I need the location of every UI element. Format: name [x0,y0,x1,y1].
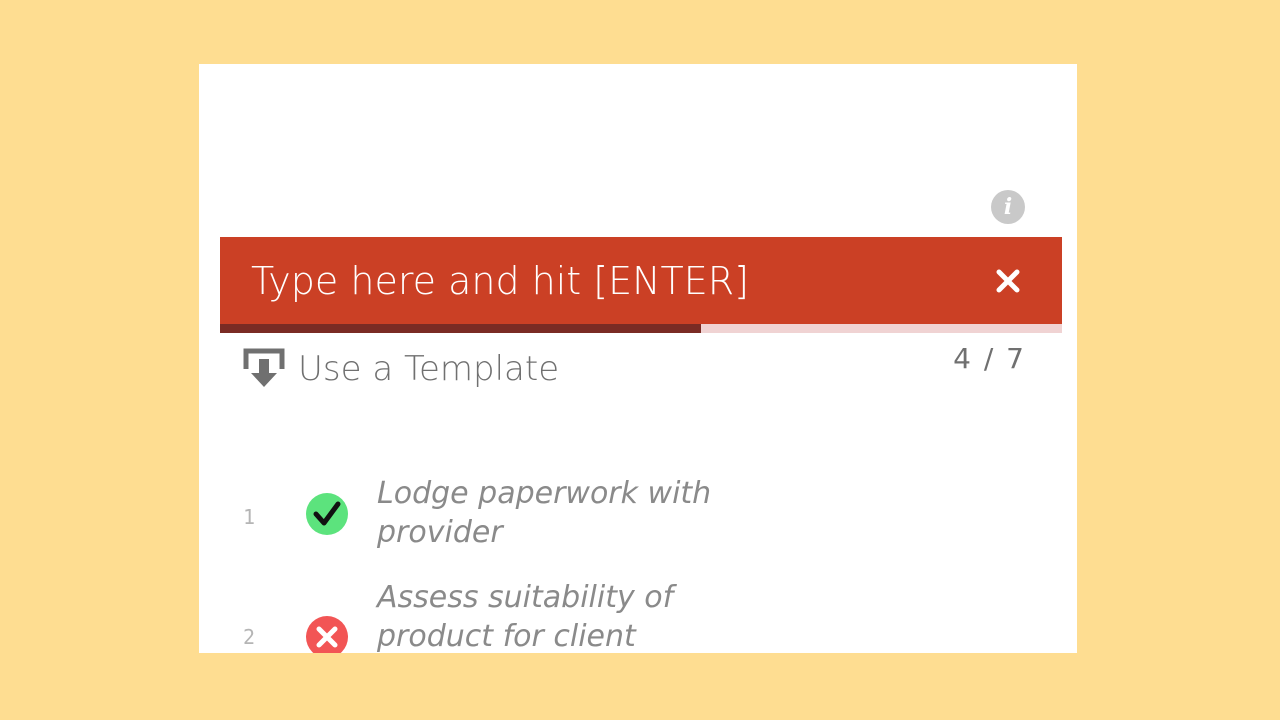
progress-counter: 4 / 7 [953,342,1026,375]
info-icon: i [1003,194,1013,220]
x-circle-icon[interactable] [305,615,349,653]
info-button[interactable]: i [991,190,1025,224]
task-input-bar [220,237,1062,324]
task-input[interactable] [220,237,960,324]
use-template-button[interactable]: Use a Template [242,347,559,391]
task-number: 2 [243,625,256,649]
download-template-icon [243,348,285,387]
progress-bar [220,324,1062,333]
use-template-label: Use a Template [298,349,560,389]
task-number: 1 [243,505,256,529]
todo-card: i Use a Template 4 / 7 1 Lodge paperwork… [199,64,1077,653]
task-text[interactable]: Lodge paperwork with provider [377,474,797,552]
close-icon[interactable] [988,261,1028,301]
task-text[interactable]: Assess suitability of product for client [377,578,797,653]
check-circle-icon[interactable] [305,492,349,536]
progress-fill [220,324,701,333]
